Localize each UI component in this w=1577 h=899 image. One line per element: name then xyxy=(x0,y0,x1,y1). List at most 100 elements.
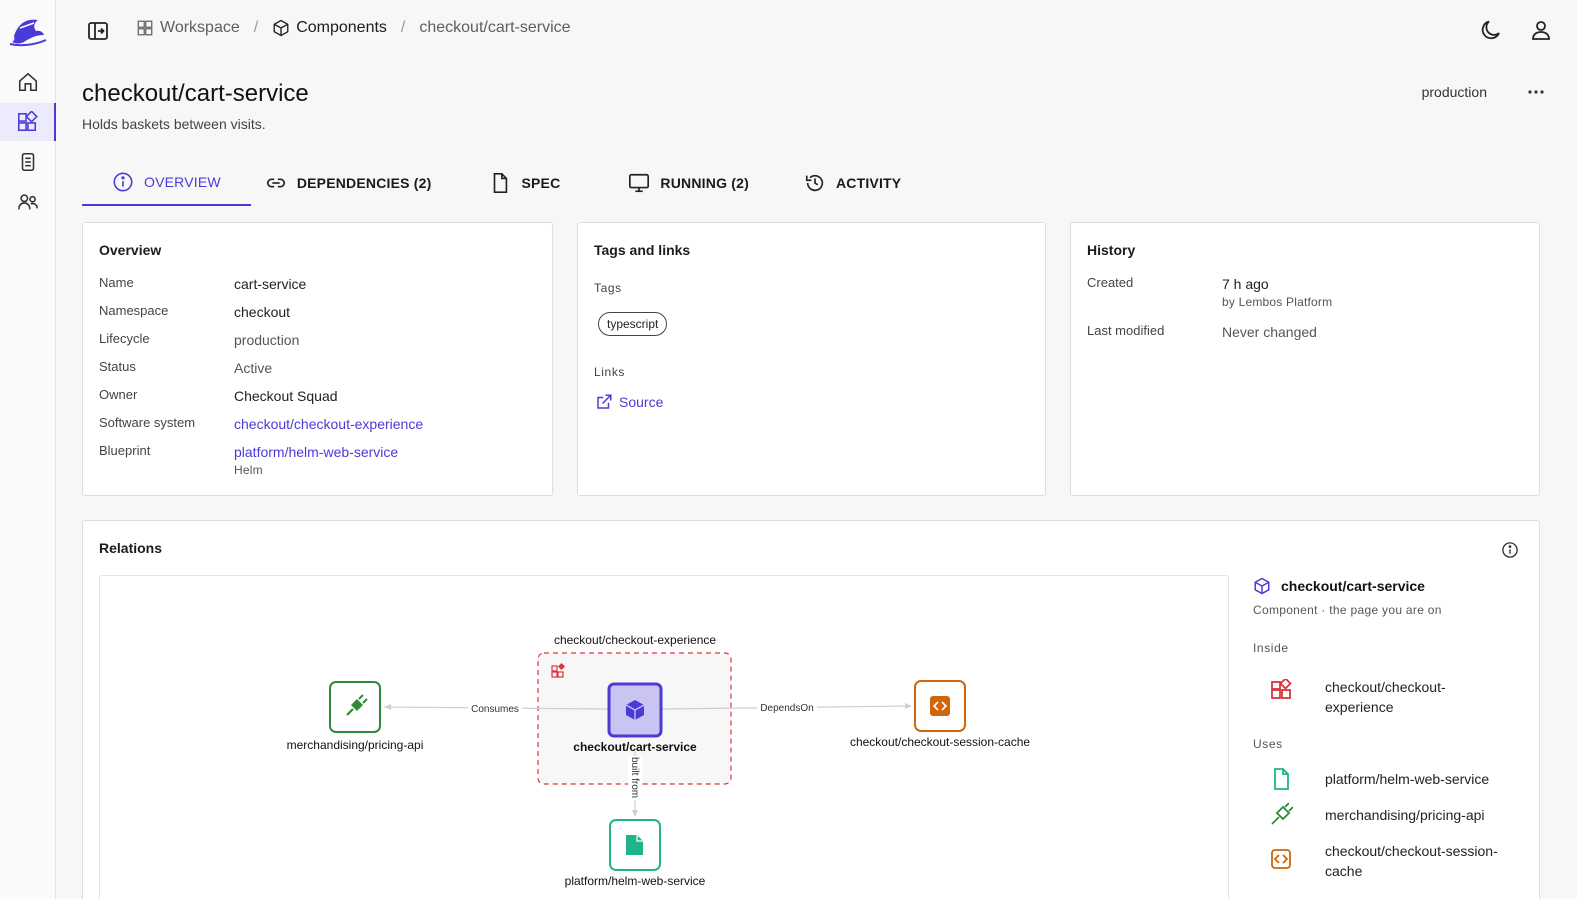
plug-icon xyxy=(1271,803,1293,825)
edge-label-consumes: Consumes xyxy=(471,704,519,715)
tags-links-card-title: Tags and links xyxy=(594,242,691,258)
code-icon xyxy=(930,696,950,716)
owner-label: Owner xyxy=(99,387,138,402)
tab-running[interactable]: RUNNING (2) xyxy=(628,160,804,206)
edge-arrow xyxy=(905,703,912,709)
link-icon xyxy=(266,178,285,188)
software-system-label: Software system xyxy=(99,415,196,430)
page-subtitle: Holds baskets between visits. xyxy=(82,116,266,132)
sidebar-toggle-icon xyxy=(88,22,108,40)
status-label: Status xyxy=(99,359,136,374)
code-icon xyxy=(1271,849,1291,869)
nav-components[interactable] xyxy=(0,103,56,141)
components-icon xyxy=(17,111,38,132)
owner-value[interactable]: Checkout Squad xyxy=(234,388,338,404)
breadcrumb-workspace-label: Workspace xyxy=(160,19,240,36)
tag-chip[interactable]: typescript xyxy=(598,312,668,336)
breadcrumb-separator: / xyxy=(253,19,259,36)
top-actions xyxy=(1479,18,1553,42)
system-icon xyxy=(1271,679,1292,699)
file-icon xyxy=(494,173,508,193)
blueprint-link[interactable]: platform/helm-web-service xyxy=(234,444,398,460)
uses-item-label: checkout/checkout-session- cache xyxy=(1325,843,1498,879)
tab-bar: OVERVIEW DEPENDENCIES (2) SPEC RUNNING (… xyxy=(82,160,931,206)
namespace-label: Namespace xyxy=(99,303,169,318)
uses-item-label: merchandising/pricing-api xyxy=(1325,807,1485,823)
relations-info-icon[interactable] xyxy=(1501,541,1519,559)
file-icon xyxy=(1274,768,1289,790)
tab-label: DEPENDENCIES (2) xyxy=(296,175,432,191)
workspace-icon xyxy=(137,20,153,36)
tab-label: ACTIVITY xyxy=(835,175,902,191)
inside-item-label: checkout/checkout- experience xyxy=(1325,679,1446,715)
tab-label: OVERVIEW xyxy=(144,174,221,190)
relations-graph[interactable]: checkout/checkout-experience Consumes De… xyxy=(99,575,1229,899)
lifecycle-label: Lifecycle xyxy=(99,331,150,346)
relations-card-title: Relations xyxy=(99,540,163,556)
tab-label: SPEC xyxy=(521,175,561,191)
breadcrumb-workspace[interactable]: Workspace xyxy=(136,19,240,37)
tab-label: RUNNING (2) xyxy=(660,175,749,191)
nav-home[interactable] xyxy=(0,63,56,101)
group-label: checkout/checkout-experience xyxy=(554,633,716,647)
links-label: Links xyxy=(594,365,626,379)
last-modified-label: Last modified xyxy=(1087,323,1165,338)
monitor-icon xyxy=(629,173,650,193)
detail-kind: Component · the page you are on xyxy=(1253,603,1442,617)
breadcrumb-components[interactable]: Components xyxy=(272,19,387,37)
cube-icon xyxy=(1254,577,1270,595)
pricing-api-label: merchandising/pricing-api xyxy=(287,738,424,752)
uses-label: Uses xyxy=(1253,737,1283,751)
uses-item-label: platform/helm-web-service xyxy=(1325,771,1490,787)
tab-dependencies[interactable]: DEPENDENCIES (2) xyxy=(251,160,490,206)
home-icon xyxy=(18,72,38,92)
nav-teams[interactable] xyxy=(0,183,56,221)
breadcrumb-separator: / xyxy=(400,19,406,36)
source-link-label: Source xyxy=(619,394,664,410)
breadcrumb-components-label: Components xyxy=(296,19,387,36)
created-label: Created xyxy=(1087,275,1134,290)
center-node-label: checkout/cart-service xyxy=(573,740,697,754)
history-card-title: History xyxy=(1087,242,1136,258)
edge-label-dependson: DependsOn xyxy=(760,703,813,714)
clipboard-icon xyxy=(21,152,35,172)
blueprint-label: Blueprint xyxy=(99,443,151,458)
tab-activity[interactable]: ACTIVITY xyxy=(804,160,931,206)
external-link-icon xyxy=(597,394,612,409)
edge-arrow xyxy=(632,810,638,817)
session-cache-label: checkout/checkout-session-cache xyxy=(850,735,1030,749)
users-icon xyxy=(18,194,38,210)
last-modified-value: Never changed xyxy=(1222,324,1317,340)
more-actions-button[interactable] xyxy=(1525,82,1547,102)
inside-label: Inside xyxy=(1253,641,1289,655)
name-label: Name xyxy=(99,275,134,290)
info-icon xyxy=(113,172,133,192)
tab-spec[interactable]: SPEC xyxy=(489,160,628,206)
theme-toggle-moon-icon[interactable] xyxy=(1479,18,1503,42)
breadcrumb: Workspace / Components / checkout/cart-s… xyxy=(136,19,571,37)
user-account-icon[interactable] xyxy=(1529,18,1553,42)
nav-docs[interactable] xyxy=(0,143,56,181)
namespace-value: checkout xyxy=(234,304,291,320)
tags-label: Tags xyxy=(594,281,622,295)
breadcrumb-current: checkout/cart-service xyxy=(419,19,571,36)
page-title: checkout/cart-service xyxy=(82,80,309,107)
software-system-link[interactable]: checkout/checkout-experience xyxy=(234,416,423,432)
environment-label[interactable]: production xyxy=(1422,84,1487,100)
name-value: cart-service xyxy=(234,276,307,292)
cube-icon xyxy=(273,19,289,37)
sidebar-toggle-button[interactable] xyxy=(86,19,110,43)
app-logo[interactable] xyxy=(8,14,48,48)
source-link[interactable]: Source xyxy=(595,393,663,411)
edge-arrow xyxy=(384,704,391,710)
overview-card: Overview Name cart-service Namespace che… xyxy=(82,222,553,496)
tab-overview[interactable]: OVERVIEW xyxy=(82,160,251,206)
created-value: 7 h ago xyxy=(1222,276,1269,292)
overview-card-title: Overview xyxy=(99,242,162,258)
history-icon xyxy=(805,174,824,192)
detail-name: checkout/cart-service xyxy=(1281,578,1425,594)
history-card: History Created 7 h ago by Lembos Platfo… xyxy=(1070,222,1540,496)
lifecycle-value: production xyxy=(234,332,300,348)
relations-card: Relations checkout/checkout-experience C… xyxy=(82,520,1540,899)
helm-web-service-label: platform/helm-web-service xyxy=(565,874,706,888)
